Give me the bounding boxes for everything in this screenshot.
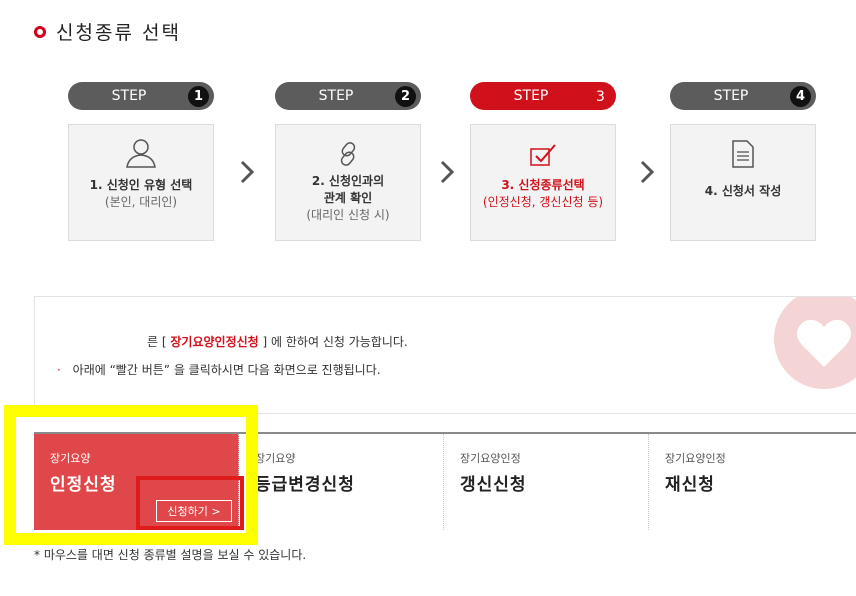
notice-prefix: 른 [ [147, 335, 167, 349]
document-icon [671, 125, 815, 169]
checkbox-icon [471, 125, 615, 169]
chevron-right-icon [240, 160, 254, 184]
person-icon [69, 125, 213, 169]
step-1-box: 1. 신청인 유형 선택 (본인, 대리인) [68, 124, 214, 241]
step-4-title: 4. 신청서 작성 [704, 184, 782, 198]
step-2-box: 2. 신청인과의 관계 확인 (대리인 신청 시) [275, 124, 421, 241]
step-3-box: 3. 신청종류선택 (인정신청, 갱신신청 등) [470, 124, 616, 241]
notice-box: 른 [ 장기요양인정신청 ] 에 한하여 신청 가능합니다. · 아래에 “빨간… [34, 296, 856, 414]
tab-main-label: 재신청 [665, 475, 715, 495]
page: 신청종류 선택 STEP 1 STEP 2 STEP 3 STEP 4 1. 신… [0, 0, 856, 596]
heart-deco-icon [774, 297, 856, 389]
step-number: 1 [188, 86, 209, 107]
section-title: 신청종류 선택 [34, 18, 181, 45]
tab-grade-change-application[interactable]: 장기요양 등급변경신청 [239, 434, 444, 530]
step-1-pill: STEP 1 [68, 82, 214, 110]
step-3-pill: STEP 3 [470, 82, 616, 110]
notice-line-2: · 아래에 “빨간 버튼” 을 클릭하시면 다음 화면으로 진행됩니다. [57, 361, 381, 378]
step-2-title-line2: 관계 확인 [323, 191, 373, 205]
step-1-subtitle: (본인, 대리인) [104, 195, 178, 209]
tab-reapplication[interactable]: 장기요양인정 재신청 [649, 434, 854, 530]
tab-renewal-application[interactable]: 장기요양인정 갱신신청 [444, 434, 649, 530]
notice-highlight: 장기요양인정신청 [170, 335, 259, 349]
step-1-title: 1. 신청인 유형 선택 [89, 178, 193, 192]
step-word: STEP [513, 88, 549, 104]
bullet-dot-icon: · [57, 363, 61, 377]
step-word: STEP [111, 88, 147, 104]
step-2-pill: STEP 2 [275, 82, 421, 110]
step-word: STEP [713, 88, 749, 104]
tab-top-label: 장기요양인정 [460, 452, 521, 465]
tab-top-label: 장기요양 [255, 452, 296, 465]
notice-suffix: ] 에 한하여 신청 가능합니다. [262, 335, 408, 349]
step-3-title: 3. 신청종류선택 [501, 178, 585, 192]
link-icon [276, 125, 420, 169]
step-3-subtitle: (인정신청, 갱신신청 등) [482, 195, 604, 209]
step-number: 4 [790, 86, 811, 107]
section-title-text: 신청종류 선택 [56, 22, 181, 44]
tab-main-label: 갱신신청 [460, 475, 527, 495]
step-number: 2 [395, 86, 416, 107]
red-highlight-frame [136, 476, 244, 530]
step-2-subtitle: (대리인 신청 시) [306, 208, 390, 222]
step-4-pill: STEP 4 [670, 82, 816, 110]
chevron-right-icon [640, 160, 654, 184]
notice-line-1: 른 [ 장기요양인정신청 ] 에 한하여 신청 가능합니다. [147, 333, 408, 350]
step-2-title-line1: 2. 신청인과의 [311, 174, 385, 188]
notice-line-2-text: 아래에 “빨간 버튼” 을 클릭하시면 다음 화면으로 진행됩니다. [72, 363, 381, 377]
tab-top-label: 장기요양인정 [665, 452, 726, 465]
step-word: STEP [318, 88, 354, 104]
step-4-box: 4. 신청서 작성 [670, 124, 816, 241]
circle-bullet-icon [34, 25, 46, 38]
tab-main-label: 등급변경신청 [255, 475, 355, 495]
footnote: * 마우스를 대면 신청 종류별 설명을 보실 수 있습니다. [34, 548, 307, 562]
chevron-right-icon [440, 160, 454, 184]
step-number: 3 [596, 88, 605, 105]
step-2-title: 2. 신청인과의 관계 확인 [276, 173, 420, 207]
